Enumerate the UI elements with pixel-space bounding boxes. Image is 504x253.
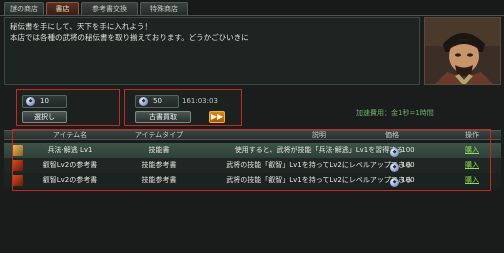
tab-divider [0, 15, 504, 16]
item-type: 技能参考書 [141, 161, 177, 169]
npc-dialog: 秘伝書を手にして、天下を手に入れよう！ 本店では各種の武将の秘伝書を取り揃えてお… [4, 17, 420, 85]
header-item-type: アイテムタイプ [134, 131, 184, 139]
header-price: 価格 [385, 131, 399, 139]
item-price-value: 100 [401, 161, 415, 169]
buy-button[interactable]: 購入 [452, 158, 492, 173]
acceleration-rate-text: 加速費用：金1秒=1時間 [356, 109, 434, 117]
gold-coin-icon: ◆ [390, 163, 399, 172]
npc-line-2: 本店では各種の武将の秘伝書を取り揃えております。どうかごひいきに [10, 33, 249, 42]
item-table-header: アイテム名 アイテムタイプ 説明 価格 操作 [4, 130, 501, 140]
npc-portrait [424, 17, 501, 85]
buyback-cost-display: ◆ 50 [135, 95, 179, 108]
buy-button[interactable]: 購入 [452, 143, 492, 158]
select-panel: ◆ 10 選択し [16, 89, 120, 126]
fast-forward-icon[interactable]: ▶▶ [209, 111, 225, 123]
table-row[interactable]: 兵法·解逃 Lv1 技能書 使用すると、武将が技能「兵法·解逃」Lv1を習得する… [4, 143, 501, 158]
refresh-timer: 161:03:03 [182, 97, 218, 105]
item-price-value: 100 [401, 176, 415, 184]
tab-mystery-shop[interactable]: 謎の商店 [4, 2, 44, 15]
shop-tab-bar: 謎の商店 書店 参考書交換 特殊商店 [0, 0, 504, 16]
select-cost-display: ◆ 10 [22, 95, 67, 108]
gold-coin-icon: ◆ [390, 148, 399, 157]
header-action: 操作 [465, 131, 479, 139]
item-name: 叡智Lv2の参考書 [42, 176, 98, 184]
item-type: 技能参考書 [141, 176, 177, 184]
tab-special-shop[interactable]: 特殊商店 [140, 2, 188, 15]
header-item-name: アイテム名 [52, 131, 88, 139]
item-name: 叡智Lv2の参考書 [42, 161, 98, 169]
npc-line-1: 秘伝書を手にして、天下を手に入れよう！ [10, 22, 152, 31]
item-type: 技能書 [148, 146, 170, 154]
item-name: 兵法·解逃 Lv1 [47, 146, 93, 154]
item-price: ◆ 100 [390, 143, 420, 158]
select-cost-value: 10 [40, 97, 49, 105]
item-price-value: 100 [401, 146, 415, 154]
gold-coin-icon: ◆ [390, 178, 399, 187]
tab-reference-exchange[interactable]: 参考書交換 [81, 2, 138, 15]
item-price: ◆ 100 [390, 173, 420, 188]
merchant-portrait-icon [425, 18, 500, 84]
tab-bookstore[interactable]: 書店 [46, 2, 79, 15]
reference-book-icon [12, 160, 23, 171]
buyback-panel: ◆ 50 161:03:03 古書買取 ▶▶ [124, 89, 242, 126]
table-row[interactable]: 叡智Lv2の参考書 技能参考書 武将の技能「叡智」Lv1を持ってLv2にレベルア… [4, 158, 501, 173]
empty-list-area [0, 192, 504, 253]
item-price: ◆ 100 [390, 158, 420, 173]
old-book-buyback-button[interactable]: 古書買取 [135, 111, 191, 123]
gold-coin-icon: ◆ [139, 97, 148, 106]
reference-book-icon [12, 175, 23, 186]
buy-button[interactable]: 購入 [452, 173, 492, 188]
table-row[interactable]: 叡智Lv2の参考書 技能参考書 武将の技能「叡智」Lv1を持ってLv2にレベルア… [4, 173, 501, 188]
buyback-cost-value: 50 [153, 97, 162, 105]
gold-coin-icon: ◆ [26, 97, 35, 106]
skill-book-icon [12, 145, 23, 156]
select-button[interactable]: 選択し [22, 111, 67, 123]
